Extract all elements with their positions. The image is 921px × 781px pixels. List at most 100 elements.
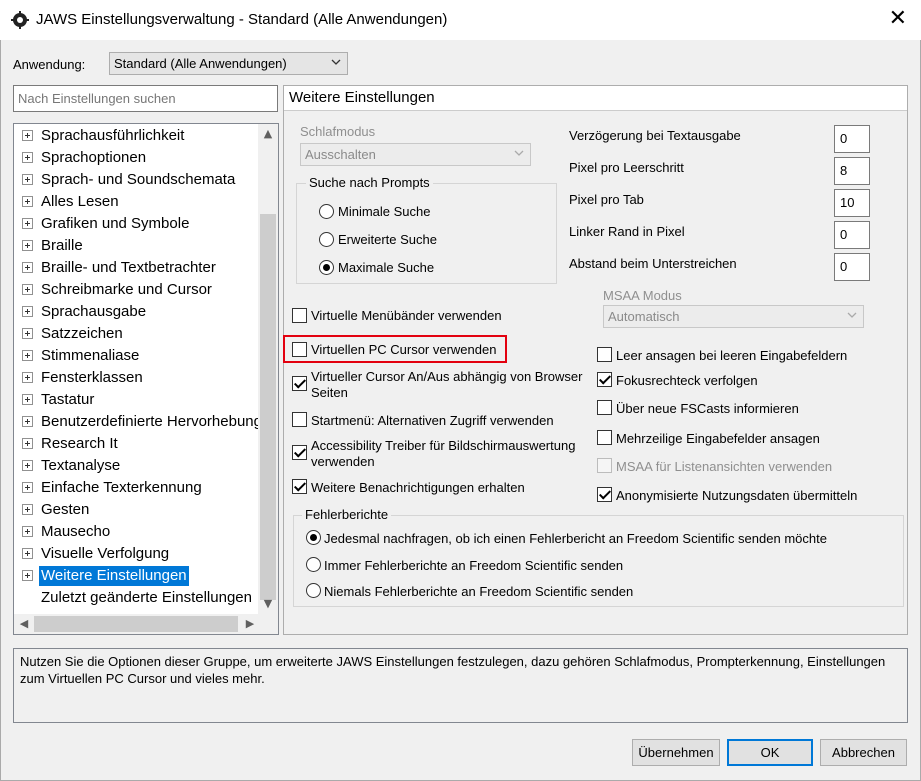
pixels-per-tab-field[interactable]: 10 <box>834 189 870 217</box>
error-reports-label: Fehlerberichte <box>302 507 392 522</box>
tree-item-label: Schreibmarke und Cursor <box>41 281 212 298</box>
tree-item[interactable]: Zuletzt geänderte Einstellungen <box>14 587 264 609</box>
checkbox-announce-empty-fields-label: Leer ansagen bei leeren Eingabefeldern <box>616 348 848 363</box>
checkbox-start-menu-alt[interactable] <box>292 412 307 427</box>
tree-item[interactable]: Schreibmarke und Cursor <box>14 279 264 301</box>
expand-icon[interactable] <box>22 482 33 493</box>
tree-item[interactable]: Sprachausgabe <box>14 301 264 323</box>
tree-item[interactable]: Satzzeichen <box>14 323 264 345</box>
checkbox-more-notifications-label: Weitere Benachrichtigungen erhalten <box>311 480 525 495</box>
sleep-mode-label: Schlafmodus <box>300 124 376 139</box>
horizontal-scroll-thumb[interactable] <box>34 616 238 632</box>
expand-icon[interactable] <box>22 328 33 339</box>
apply-button[interactable]: Übernehmen <box>632 739 720 766</box>
tree-item[interactable]: Stimmenaliase <box>14 345 264 367</box>
application-label: Anwendung: <box>13 57 86 72</box>
expand-icon[interactable] <box>22 372 33 383</box>
expand-icon[interactable] <box>22 284 33 295</box>
checkbox-accessibility-driver[interactable] <box>292 445 307 460</box>
tree-item[interactable]: Weitere Einstellungen <box>14 565 264 587</box>
cancel-button[interactable]: Abbrechen <box>820 739 907 766</box>
horizontal-scrollbar[interactable]: ◀ ▶ <box>14 614 260 634</box>
tree-item-label: Benutzerdefinierte Hervorhebungen <box>41 413 279 430</box>
expand-icon[interactable] <box>22 196 33 207</box>
sleep-mode-value: Ausschalten <box>305 147 376 162</box>
expand-icon[interactable] <box>22 570 33 581</box>
tree-item[interactable]: Einfache Texterkennung <box>14 477 264 499</box>
left-margin-field[interactable]: 0 <box>834 221 870 249</box>
sleep-mode-dropdown[interactable]: Ausschalten <box>300 143 531 166</box>
highlight-box <box>283 335 507 363</box>
tree-item[interactable]: Research It <box>14 433 264 455</box>
tree-item[interactable]: Mausecho <box>14 521 264 543</box>
text-delay-field[interactable]: 0 <box>834 125 870 153</box>
scroll-right-icon[interactable]: ▶ <box>240 614 260 634</box>
scroll-up-icon[interactable]: ▲ <box>258 124 278 144</box>
radio-error-ask[interactable] <box>306 530 321 545</box>
tree-item[interactable]: Alles Lesen <box>14 191 264 213</box>
tree-item[interactable]: Tastatur <box>14 389 264 411</box>
expand-icon[interactable] <box>22 130 33 141</box>
tree-item-label: Sprachoptionen <box>41 149 147 166</box>
expand-icon[interactable] <box>22 526 33 537</box>
expand-icon[interactable] <box>22 240 33 251</box>
underline-spacing-field[interactable]: 0 <box>834 253 870 281</box>
checkbox-multiline-fields[interactable] <box>597 430 612 445</box>
radio-error-always-label: Immer Fehlerberichte an Freedom Scientif… <box>324 558 624 573</box>
tree-item[interactable]: Braille <box>14 235 264 257</box>
expand-icon[interactable] <box>22 306 33 317</box>
msaa-mode-dropdown[interactable]: Automatisch <box>603 305 864 328</box>
radio-extended-search[interactable] <box>319 232 334 247</box>
checkbox-virtual-ribbons[interactable] <box>292 308 307 323</box>
expand-icon[interactable] <box>22 350 33 361</box>
tree-item[interactable]: Grafiken und Symbole <box>14 213 264 235</box>
vertical-scroll-thumb[interactable] <box>260 214 276 600</box>
radio-error-never[interactable] <box>306 583 321 598</box>
checkbox-more-notifications[interactable] <box>292 479 307 494</box>
checkbox-anonymous-usage[interactable] <box>597 487 612 502</box>
expand-icon[interactable] <box>22 460 33 471</box>
radio-error-always[interactable] <box>306 557 321 572</box>
tree-item[interactable]: Textanalyse <box>14 455 264 477</box>
expand-icon[interactable] <box>22 152 33 163</box>
tree-item[interactable]: Sprachoptionen <box>14 147 264 169</box>
tree-item[interactable]: Sprachausführlichkeit <box>14 125 264 147</box>
chevron-down-icon <box>514 150 524 156</box>
checkbox-virtual-cursor-by-page[interactable] <box>292 376 307 391</box>
scroll-left-icon[interactable]: ◀ <box>14 614 34 634</box>
tree-item[interactable]: Fensterklassen <box>14 367 264 389</box>
expand-icon[interactable] <box>22 548 33 559</box>
checkbox-announce-empty-fields[interactable] <box>597 347 612 362</box>
checkbox-follow-focus-rect[interactable] <box>597 372 612 387</box>
checkbox-virtual-cursor-by-page-label-line2: Seiten <box>311 385 348 400</box>
expand-icon[interactable] <box>22 416 33 427</box>
settings-tree[interactable]: Sprachausführlichkeit Sprachoptionen Sprac… <box>13 123 279 635</box>
checkbox-fscasts[interactable] <box>597 400 612 415</box>
scroll-down-icon[interactable]: ▼ <box>258 594 278 614</box>
expand-icon[interactable] <box>22 394 33 405</box>
tree-item[interactable]: Braille- und Textbetrachter <box>14 257 264 279</box>
tree-item[interactable]: Sprach- und Soundschemata <box>14 169 264 191</box>
expand-icon[interactable] <box>22 262 33 273</box>
tree-item[interactable]: Visuelle Verfolgung <box>14 543 264 565</box>
application-dropdown[interactable]: Standard (Alle Anwendungen) <box>109 52 348 75</box>
tree-item-label: Sprachausgabe <box>41 303 147 320</box>
expand-icon[interactable] <box>22 438 33 449</box>
radio-minimal-search[interactable] <box>319 204 334 219</box>
checkbox-msaa-listviews[interactable] <box>597 458 612 473</box>
expand-icon[interactable] <box>22 174 33 185</box>
expand-icon[interactable] <box>22 218 33 229</box>
search-input[interactable]: Nach Einstellungen suchen <box>13 85 278 112</box>
expand-icon[interactable] <box>22 504 33 515</box>
tree-item[interactable]: Benutzerdefinierte Hervorhebungen <box>14 411 278 433</box>
tree-item-label: Fensterklassen <box>41 369 143 386</box>
application-value: Standard (Alle Anwendungen) <box>114 56 287 71</box>
radio-maximal-search[interactable] <box>319 260 334 275</box>
close-icon[interactable]: ✕ <box>889 8 907 30</box>
tree-item-label: Braille <box>41 237 83 254</box>
checkbox-fscasts-label: Über neue FSCasts informieren <box>616 401 799 416</box>
ok-button[interactable]: OK <box>727 739 813 766</box>
vertical-scrollbar[interactable]: ▲ ▼ <box>258 124 278 614</box>
pixels-per-space-field[interactable]: 8 <box>834 157 870 185</box>
tree-item[interactable]: Gesten <box>14 499 264 521</box>
